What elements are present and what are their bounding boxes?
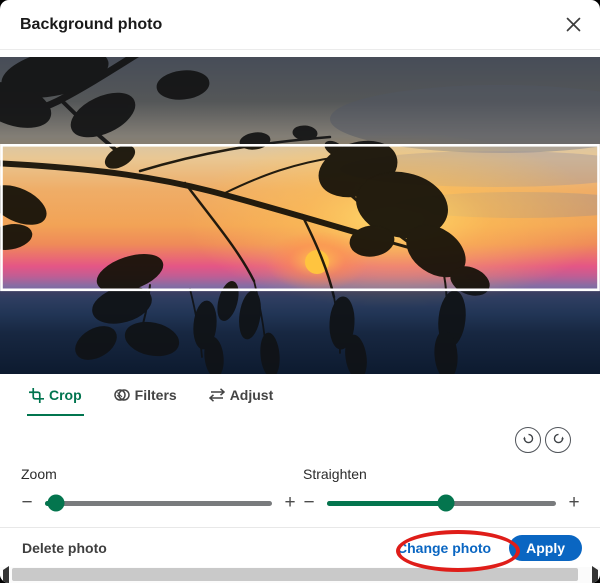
- straighten-slider-track[interactable]: [327, 501, 556, 506]
- rotate-buttons: [515, 427, 571, 453]
- zoom-slider-group: Zoom − +: [18, 466, 299, 512]
- rotate-counterclockwise-button[interactable]: [545, 427, 571, 453]
- dialog-title: Background photo: [20, 0, 162, 50]
- close-icon: [566, 17, 581, 35]
- footer-actions: Change photo Apply: [397, 535, 582, 561]
- background-photo-dialog: Background photo: [0, 0, 600, 583]
- dialog-footer: Delete photo Change photo Apply: [0, 527, 600, 567]
- scroll-left-arrow[interactable]: [1, 570, 10, 579]
- tab-filters[interactable]: Filters: [112, 383, 179, 416]
- straighten-label: Straighten: [303, 466, 583, 482]
- photo-crop-canvas[interactable]: [0, 57, 600, 374]
- tab-crop-label: Crop: [49, 387, 82, 403]
- horizontal-scrollbar: [0, 567, 600, 583]
- crop-dim-top: [0, 57, 600, 144]
- dialog-header: Background photo: [0, 0, 600, 50]
- scroll-right-arrow[interactable]: [590, 570, 599, 579]
- rotate-clockwise-icon: [522, 432, 535, 448]
- adjust-icon: [209, 387, 225, 403]
- tab-adjust[interactable]: Adjust: [207, 383, 276, 416]
- straighten-decrease-button[interactable]: −: [300, 494, 318, 512]
- rotate-clockwise-button[interactable]: [515, 427, 541, 453]
- right-triangle-icon: [592, 566, 598, 583]
- tab-adjust-label: Adjust: [230, 387, 274, 403]
- rotate-counterclockwise-icon: [552, 432, 565, 448]
- background-photo-image: [0, 57, 600, 374]
- crop-dim-bottom: [0, 291, 600, 374]
- editor-tabs: Crop Filters Adjust: [27, 383, 275, 416]
- straighten-slider-group: Straighten − +: [300, 466, 583, 512]
- tab-crop[interactable]: Crop: [27, 383, 84, 416]
- change-photo-button[interactable]: Change photo: [397, 540, 491, 556]
- close-button[interactable]: [561, 14, 585, 38]
- left-triangle-icon: [3, 566, 9, 583]
- scrollbar-thumb[interactable]: [12, 568, 578, 581]
- apply-button[interactable]: Apply: [509, 535, 582, 561]
- filters-icon: [114, 387, 130, 403]
- crop-icon: [29, 388, 44, 403]
- straighten-increase-button[interactable]: +: [565, 494, 583, 512]
- tab-filters-label: Filters: [135, 387, 177, 403]
- zoom-label: Zoom: [21, 466, 299, 482]
- straighten-slider-fill: [327, 501, 446, 506]
- zoom-slider-track[interactable]: [45, 501, 272, 506]
- straighten-slider-handle[interactable]: [438, 495, 455, 512]
- zoom-increase-button[interactable]: +: [281, 494, 299, 512]
- delete-photo-button[interactable]: Delete photo: [22, 540, 107, 556]
- zoom-decrease-button[interactable]: −: [18, 494, 36, 512]
- zoom-slider-handle[interactable]: [48, 495, 65, 512]
